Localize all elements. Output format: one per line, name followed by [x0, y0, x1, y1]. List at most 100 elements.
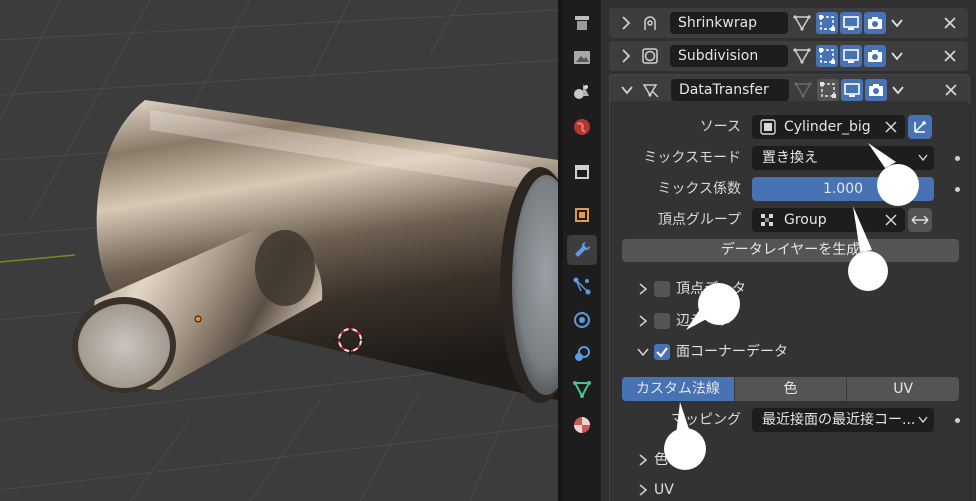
chevron-down-icon[interactable]	[888, 12, 906, 34]
mapping-row: マッピング 最近接面の最近接コー...	[610, 407, 969, 433]
keyframe-dot-icon[interactable]	[955, 187, 960, 192]
chevron-right-icon[interactable]	[619, 47, 633, 65]
modifier-panel-shrinkwrap[interactable]: Shrinkwrap	[609, 8, 968, 38]
material-icon[interactable]	[567, 410, 597, 440]
mix-mode-dropdown[interactable]: 置き換え	[752, 146, 934, 170]
render-toggle[interactable]	[864, 12, 886, 34]
vertex-group-field[interactable]: Group	[752, 208, 905, 232]
source-object-field[interactable]: Cylinder_big	[752, 115, 905, 139]
modifier-name-field[interactable]: DataTransfer	[671, 79, 789, 101]
chevron-down-icon[interactable]	[620, 81, 634, 99]
viewport-scene	[0, 0, 558, 501]
color-subpanel[interactable]: 色	[610, 447, 969, 473]
edit-cage-toggle[interactable]	[791, 45, 813, 67]
render-toggle[interactable]	[865, 79, 887, 101]
chevron-right-icon[interactable]	[636, 482, 650, 498]
face-corner-data-label: 面コーナーデータ	[676, 344, 788, 360]
vertex-data-label: 頂点データ	[676, 281, 746, 297]
source-label: ソース	[699, 119, 741, 135]
tab-custom-normals[interactable]: カスタム法線	[622, 377, 735, 401]
render-toggle[interactable]	[864, 45, 886, 67]
face-corner-data-subpanel[interactable]: 面コーナーデータ	[610, 339, 969, 365]
close-icon[interactable]	[940, 45, 960, 67]
tab-uv[interactable]: UV	[847, 377, 959, 401]
properties-editor: Shrinkwrap Subdivision DataTransfer ソース …	[601, 0, 976, 501]
chevron-right-icon[interactable]	[636, 452, 650, 468]
mix-factor-label: ミックス係数	[657, 181, 741, 197]
datatransfer-panel-body: ソース Cylinder_big ミックスモード 置き換え ミックス係数 1.0	[609, 101, 969, 501]
source-object-value: Cylinder_big	[784, 119, 871, 135]
vertex-group-row: 頂点グループ Group	[610, 207, 969, 233]
small-cylinder-cap	[78, 304, 170, 388]
mapping-label: マッピング	[671, 412, 741, 428]
subdivision-icon	[642, 48, 658, 64]
mix-mode-row: ミックスモード 置き換え	[610, 145, 969, 171]
invert-vertex-group-toggle[interactable]	[908, 208, 932, 232]
chevron-down-icon[interactable]	[889, 79, 907, 101]
editmode-toggle[interactable]	[817, 79, 839, 101]
editmode-toggle[interactable]	[816, 45, 838, 67]
scene-icon[interactable]	[567, 76, 597, 106]
mix-mode-value: 置き換え	[762, 150, 818, 166]
mesh-object-icon	[760, 119, 776, 135]
object-transform-toggle[interactable]	[908, 115, 932, 139]
3d-viewport[interactable]	[0, 0, 558, 501]
mix-factor-value: 1.000	[822, 181, 864, 197]
world-icon[interactable]	[567, 112, 597, 142]
clear-icon[interactable]	[885, 121, 897, 133]
mapping-dropdown[interactable]: 最近接面の最近接コー...	[752, 408, 934, 432]
viewport-toggle[interactable]	[840, 12, 862, 34]
constraints-icon[interactable]	[567, 339, 597, 369]
generate-data-layers-button[interactable]: データレイヤーを生成	[622, 239, 959, 262]
collection-icon[interactable]	[567, 156, 597, 186]
transform-axes-icon	[914, 121, 926, 133]
modifier-name-field[interactable]: Shrinkwrap	[670, 12, 788, 34]
keyframe-dot-icon[interactable]	[955, 156, 960, 161]
edge-data-label: 辺データ	[676, 313, 732, 329]
physics-icon[interactable]	[567, 305, 597, 335]
chevron-down-icon	[918, 416, 928, 424]
edge-data-subpanel[interactable]: 辺データ	[610, 308, 969, 334]
mix-factor-slider[interactable]: 1.000	[752, 177, 934, 201]
edge-data-checkbox[interactable]	[654, 313, 670, 329]
viewport-toggle[interactable]	[841, 79, 863, 101]
arrow-leftright-icon	[911, 215, 929, 225]
corner-data-type-tabs: カスタム法線 色 UV	[622, 377, 959, 401]
modifier-name-field[interactable]: Subdivision	[670, 45, 788, 67]
mix-mode-label: ミックスモード	[643, 150, 741, 166]
face-corner-data-checkbox[interactable]	[654, 344, 670, 360]
edit-cage-toggle[interactable]	[791, 12, 813, 34]
tool-icon[interactable]	[567, 8, 597, 38]
chevron-right-icon[interactable]	[619, 14, 633, 32]
close-icon[interactable]	[940, 12, 960, 34]
modifier-panel-subdivision[interactable]: Subdivision	[609, 41, 968, 71]
viewport-toggle[interactable]	[840, 45, 862, 67]
tab-color[interactable]: 色	[735, 377, 848, 401]
keyframe-dot-icon[interactable]	[955, 418, 960, 423]
clear-icon[interactable]	[885, 214, 897, 226]
vertex-data-subpanel[interactable]: 頂点データ	[610, 276, 969, 302]
vertex-data-checkbox[interactable]	[654, 281, 670, 297]
object-icon[interactable]	[567, 200, 597, 230]
chevron-right-icon[interactable]	[636, 281, 650, 297]
vertex-group-label: 頂点グループ	[657, 212, 741, 228]
chevron-down-icon	[918, 154, 928, 162]
edit-cage-toggle[interactable]	[792, 79, 814, 101]
mapping-value: 最近接面の最近接コー...	[762, 412, 916, 428]
chevron-down-icon[interactable]	[636, 344, 650, 360]
data-icon[interactable]	[567, 374, 597, 404]
y-axis-line	[0, 254, 76, 263]
close-icon[interactable]	[941, 79, 961, 101]
checkmark-icon	[656, 347, 668, 358]
chevron-right-icon[interactable]	[636, 313, 650, 329]
particles-icon[interactable]	[567, 271, 597, 301]
vertex-group-value: Group	[784, 212, 827, 228]
editmode-toggle[interactable]	[816, 12, 838, 34]
object-origin	[194, 315, 202, 323]
output-icon[interactable]	[567, 42, 597, 72]
chevron-down-icon[interactable]	[888, 45, 906, 67]
color-subpanel-label: 色	[654, 452, 668, 468]
modifier-icon[interactable]	[567, 235, 597, 265]
properties-tab-bar	[563, 0, 601, 501]
uv-subpanel[interactable]: UV	[610, 477, 969, 501]
